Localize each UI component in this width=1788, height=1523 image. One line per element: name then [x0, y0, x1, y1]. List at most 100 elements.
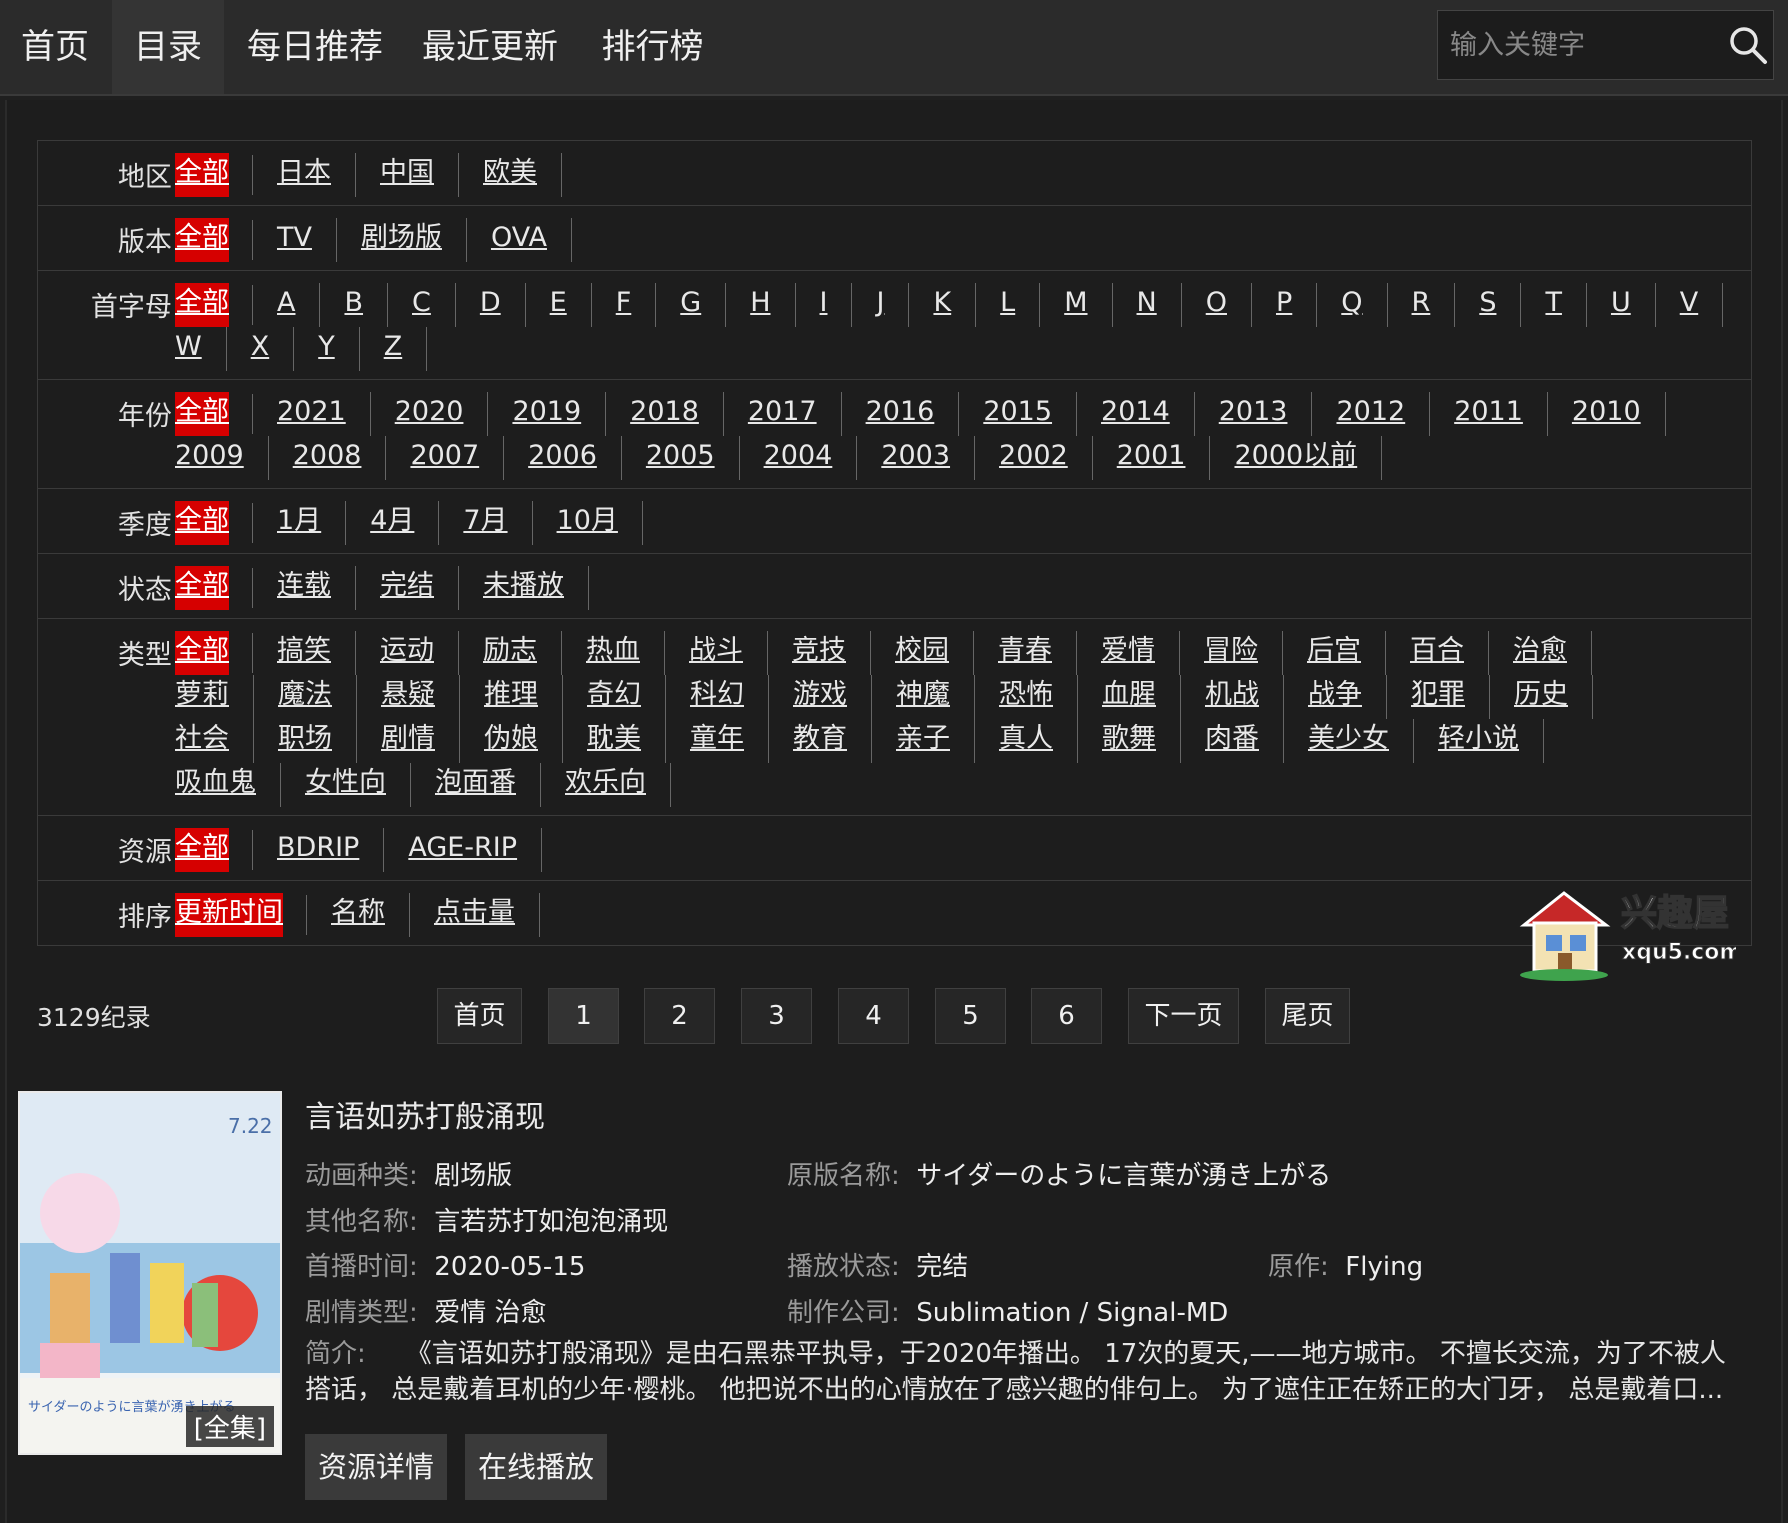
- filter-option-genre-42[interactable]: 女性向: [305, 763, 411, 807]
- filter-option-region-3[interactable]: 欧美: [483, 153, 562, 197]
- filter-option-status-1[interactable]: 连载: [277, 566, 356, 610]
- filter-option-sort-0[interactable]: 更新时间: [175, 893, 307, 937]
- filter-option-genre-7[interactable]: 校园: [895, 631, 974, 675]
- filter-option-genre-37[interactable]: 歌舞: [1102, 719, 1181, 763]
- page-6[interactable]: 6: [1031, 988, 1102, 1044]
- filter-option-genre-5[interactable]: 战斗: [689, 631, 768, 675]
- filter-option-genre-20[interactable]: 游戏: [793, 675, 872, 719]
- filter-option-initial-10[interactable]: J: [876, 283, 910, 327]
- filter-option-genre-19[interactable]: 科幻: [690, 675, 769, 719]
- filter-option-season-2[interactable]: 4月: [370, 501, 440, 545]
- page-5[interactable]: 5: [935, 988, 1006, 1044]
- filter-option-initial-0[interactable]: 全部: [175, 283, 253, 327]
- filter-option-initial-20[interactable]: T: [1545, 283, 1587, 327]
- filter-option-version-1[interactable]: TV: [277, 218, 337, 262]
- filter-option-year-17[interactable]: 2005: [646, 436, 740, 480]
- nav-catalog[interactable]: 目录: [112, 0, 224, 94]
- filter-option-version-0[interactable]: 全部: [175, 218, 253, 262]
- filter-option-genre-38[interactable]: 肉番: [1205, 719, 1284, 763]
- filter-option-year-5[interactable]: 2017: [748, 392, 842, 436]
- filter-option-initial-26[interactable]: Z: [384, 327, 428, 371]
- filter-option-genre-27[interactable]: 历史: [1514, 675, 1593, 719]
- filter-option-year-3[interactable]: 2019: [512, 392, 607, 436]
- filter-option-year-16[interactable]: 2006: [528, 436, 622, 480]
- filter-option-genre-15[interactable]: 魔法: [278, 675, 357, 719]
- page-2[interactable]: 2: [644, 988, 715, 1044]
- filter-option-initial-23[interactable]: W: [175, 327, 227, 371]
- filter-option-version-3[interactable]: OVA: [491, 218, 572, 262]
- filter-option-genre-18[interactable]: 奇幻: [587, 675, 666, 719]
- filter-option-genre-44[interactable]: 欢乐向: [565, 763, 671, 807]
- filter-option-season-1[interactable]: 1月: [277, 501, 347, 545]
- filter-option-genre-23[interactable]: 血腥: [1102, 675, 1181, 719]
- filter-option-genre-39[interactable]: 美少女: [1308, 719, 1414, 763]
- filter-option-genre-31[interactable]: 伪娘: [484, 719, 563, 763]
- filter-option-year-14[interactable]: 2008: [293, 436, 387, 480]
- filter-option-genre-6[interactable]: 竞技: [792, 631, 871, 675]
- resource-details-button[interactable]: 资源详情: [305, 1434, 448, 1500]
- filter-option-sort-2[interactable]: 点击量: [434, 893, 540, 937]
- filter-option-initial-9[interactable]: I: [820, 283, 853, 327]
- filter-option-genre-25[interactable]: 战争: [1308, 675, 1387, 719]
- filter-option-initial-11[interactable]: K: [933, 283, 977, 327]
- filter-option-season-0[interactable]: 全部: [175, 501, 253, 545]
- filter-option-genre-29[interactable]: 职场: [278, 719, 357, 763]
- filter-option-genre-34[interactable]: 教育: [793, 719, 872, 763]
- filter-option-initial-7[interactable]: G: [680, 283, 727, 327]
- filter-option-genre-26[interactable]: 犯罪: [1411, 675, 1490, 719]
- filter-option-year-8[interactable]: 2014: [1101, 392, 1195, 436]
- filter-option-initial-6[interactable]: F: [616, 283, 657, 327]
- filter-option-year-7[interactable]: 2015: [983, 392, 1078, 436]
- nav-rankings[interactable]: 排行榜: [595, 0, 710, 94]
- filter-option-genre-3[interactable]: 励志: [483, 631, 562, 675]
- filter-option-status-3[interactable]: 未播放: [483, 566, 589, 610]
- filter-option-region-1[interactable]: 日本: [277, 153, 356, 197]
- filter-option-initial-25[interactable]: Y: [318, 327, 360, 371]
- filter-option-initial-19[interactable]: S: [1479, 283, 1522, 327]
- filter-option-genre-1[interactable]: 搞笑: [277, 631, 356, 675]
- filter-option-initial-17[interactable]: Q: [1341, 283, 1388, 327]
- page-4[interactable]: 4: [838, 988, 909, 1044]
- filter-option-genre-30[interactable]: 剧情: [381, 719, 460, 763]
- filter-option-initial-18[interactable]: R: [1412, 283, 1456, 327]
- filter-option-status-0[interactable]: 全部: [175, 566, 253, 610]
- filter-option-region-0[interactable]: 全部: [175, 153, 253, 197]
- filter-option-year-15[interactable]: 2007: [410, 436, 505, 480]
- filter-option-year-1[interactable]: 2021: [277, 392, 371, 436]
- filter-option-initial-16[interactable]: P: [1276, 283, 1318, 327]
- filter-option-genre-10[interactable]: 冒险: [1204, 631, 1283, 675]
- filter-option-year-20[interactable]: 2002: [999, 436, 1093, 480]
- filter-option-year-0[interactable]: 全部: [175, 392, 253, 436]
- filter-option-genre-16[interactable]: 悬疑: [381, 675, 460, 719]
- filter-option-initial-24[interactable]: X: [251, 327, 295, 371]
- filter-option-initial-12[interactable]: L: [1000, 283, 1041, 327]
- filter-option-year-12[interactable]: 2010: [1572, 392, 1666, 436]
- filter-option-year-19[interactable]: 2003: [881, 436, 976, 480]
- filter-option-year-22[interactable]: 2000以前: [1234, 436, 1383, 480]
- filter-option-genre-8[interactable]: 青春: [998, 631, 1077, 675]
- filter-option-genre-9[interactable]: 爱情: [1101, 631, 1180, 675]
- filter-option-genre-14[interactable]: 萝莉: [175, 675, 254, 719]
- filter-option-initial-3[interactable]: C: [412, 283, 456, 327]
- filter-option-genre-11[interactable]: 后宫: [1307, 631, 1386, 675]
- filter-option-season-4[interactable]: 10月: [557, 501, 643, 545]
- page-next[interactable]: 下一页: [1128, 988, 1239, 1044]
- play-online-button[interactable]: 在线播放: [465, 1434, 608, 1500]
- search-icon[interactable]: [1728, 25, 1768, 65]
- filter-option-initial-8[interactable]: H: [750, 283, 796, 327]
- filter-option-year-11[interactable]: 2011: [1454, 392, 1548, 436]
- filter-option-genre-21[interactable]: 神魔: [896, 675, 975, 719]
- page-1[interactable]: 1: [548, 988, 619, 1044]
- filter-option-genre-40[interactable]: 轻小说: [1438, 719, 1544, 763]
- filter-option-region-2[interactable]: 中国: [380, 153, 459, 197]
- nav-daily-recommend[interactable]: 每日推荐: [240, 0, 390, 94]
- filter-option-genre-35[interactable]: 亲子: [896, 719, 975, 763]
- filter-option-initial-1[interactable]: A: [277, 283, 321, 327]
- search-input[interactable]: [1438, 11, 1708, 79]
- filter-option-year-18[interactable]: 2004: [764, 436, 858, 480]
- item-title[interactable]: 言语如苏打般涌现: [305, 1092, 545, 1136]
- filter-option-genre-33[interactable]: 童年: [690, 719, 769, 763]
- filter-option-initial-4[interactable]: D: [480, 283, 526, 327]
- page-last[interactable]: 尾页: [1265, 988, 1350, 1044]
- filter-option-genre-32[interactable]: 耽美: [587, 719, 666, 763]
